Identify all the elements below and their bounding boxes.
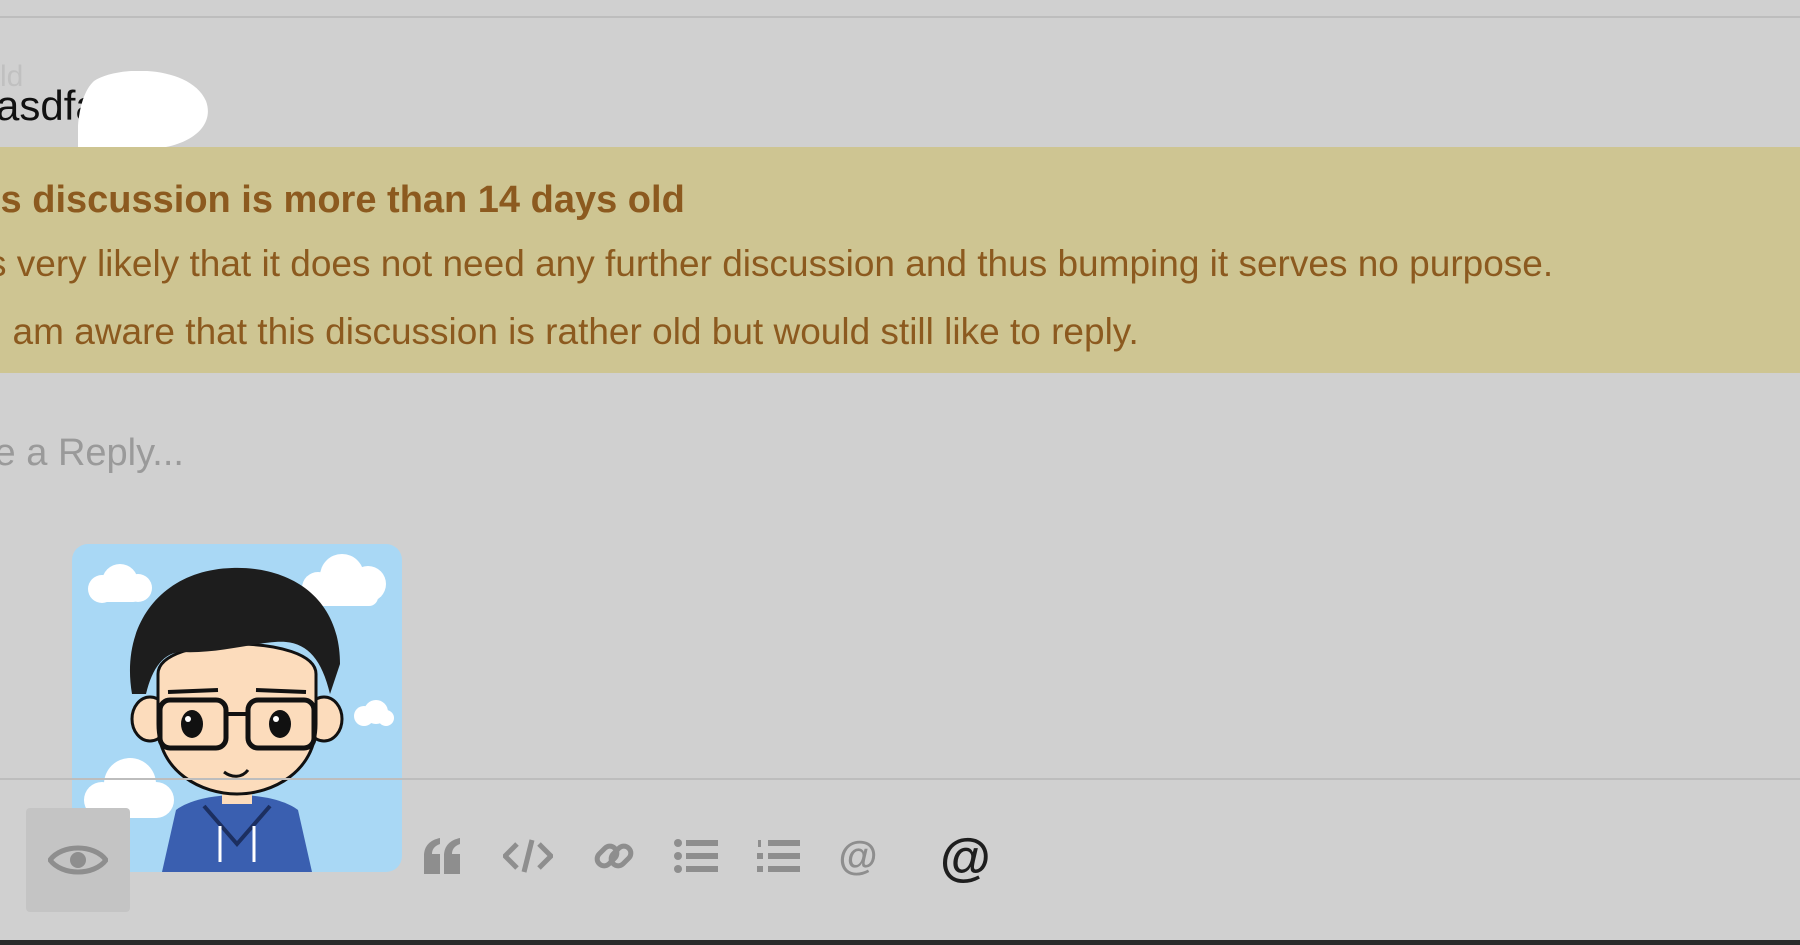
ordered-list-button[interactable] [752, 830, 804, 882]
quote-icon [424, 838, 460, 874]
quote-button[interactable] [416, 830, 468, 882]
reply-input[interactable]: te a Reply... [0, 432, 184, 475]
mention-button[interactable]: @ [832, 830, 884, 882]
bullet-list-icon [674, 839, 718, 873]
toolbar-divider [0, 778, 1800, 780]
bottom-border [0, 940, 1800, 945]
old-discussion-notice: is discussion is more than 14 days old s… [0, 147, 1800, 373]
top-divider [0, 16, 1800, 18]
eye-icon [48, 845, 108, 875]
ordered-list-icon [757, 840, 800, 872]
preview-button[interactable] [26, 808, 130, 912]
link-button[interactable] [588, 830, 640, 882]
code-button[interactable] [502, 830, 554, 882]
bullet-list-button[interactable] [670, 830, 722, 882]
notice-acknowledge-checkbox-label[interactable]: I am aware that this discussion is rathe… [0, 311, 1139, 353]
notice-body: s very likely that it does not need any … [0, 243, 1554, 284]
notice-title: is discussion is more than 14 days old [0, 179, 685, 221]
mention-button-active[interactable]: @ [940, 828, 991, 888]
code-icon [503, 839, 553, 873]
at-icon: @ [838, 833, 878, 878]
link-icon [594, 843, 634, 869]
